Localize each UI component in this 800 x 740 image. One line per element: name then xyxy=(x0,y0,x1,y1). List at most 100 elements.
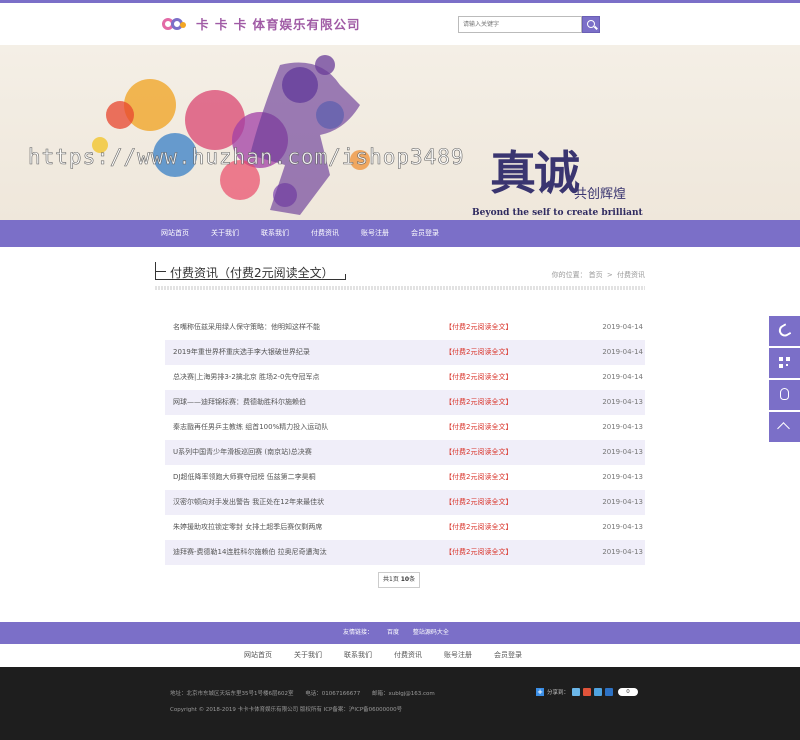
qq-button[interactable] xyxy=(769,380,800,410)
breadcrumb-prefix: 你的位置： xyxy=(551,271,587,279)
share-tencent-icon[interactable] xyxy=(594,688,603,696)
list-item[interactable]: 网球——迪拜锦标赛：费德勒胜科尔施赖伯 【付费2元阅读全文】 2019-04-13 xyxy=(165,390,645,415)
article-title[interactable]: 秦志戬再任男乒主教练 组首100%精力投入运动队 xyxy=(173,415,328,440)
pager-prefix: 共1页 xyxy=(383,576,401,583)
site-header: 卡 卡 卡 体育娱乐有限公司 xyxy=(0,3,800,45)
hero-banner: https://www.huzhan.com/ishop3489 真诚 共创辉煌… xyxy=(0,45,800,220)
paid-tag: 【付费2元阅读全文】 xyxy=(445,398,513,406)
nav-item-register[interactable]: 账号注册 xyxy=(350,220,400,247)
article-date: 2019-04-13 xyxy=(602,473,643,481)
article-title[interactable]: 名嘴称伍兹采用绿人保守策略：他明知这样不能 xyxy=(173,315,320,340)
paid-tag: 【付费2元阅读全文】 xyxy=(445,548,513,556)
paid-tag: 【付费2元阅读全文】 xyxy=(445,498,513,506)
breadcrumb: 你的位置： 首页 > 付费资讯 xyxy=(550,270,645,280)
article-date: 2019-04-13 xyxy=(602,548,643,556)
list-item[interactable]: 名嘴称伍兹采用绿人保守策略：他明知这样不能 【付费2元阅读全文】 2019-04-1… xyxy=(165,315,645,340)
share-weibo-icon[interactable] xyxy=(583,688,592,696)
article-title[interactable]: 汉密尔顿向对手发出警告 我正处在12年来最佳状 xyxy=(173,490,324,515)
qrcode-icon xyxy=(779,357,790,368)
footer-nav-about[interactable]: 关于我们 xyxy=(283,644,333,667)
list-item[interactable]: 汉密尔顿向对手发出警告 我正处在12年来最佳状 【付费2元阅读全文】 2019-04… xyxy=(165,490,645,515)
breadcrumb-home[interactable]: 首页 xyxy=(589,271,603,279)
banner-artwork xyxy=(92,55,370,215)
paid-tag: 【付费2元阅读全文】 xyxy=(445,423,513,431)
article-title[interactable]: 网球——迪拜锦标赛：费德勒胜科尔施赖伯 xyxy=(173,390,306,415)
paid-tag: 【付费2元阅读全文】 xyxy=(445,473,513,481)
watermark-text: https://www.huzhan.com/ishop3489 xyxy=(28,145,465,170)
article-title[interactable]: U系列中国青少年滑板巡回赛 (南京站)总决赛 xyxy=(173,440,312,465)
article-list: 名嘴称伍兹采用绿人保守策略：他明知这样不能 【付费2元阅读全文】 2019-04-1… xyxy=(165,315,645,565)
qq-icon xyxy=(780,388,789,400)
qrcode-button[interactable] xyxy=(769,348,800,378)
logo-mark-icon xyxy=(162,15,190,33)
pager-suffix: 条 xyxy=(409,576,416,583)
pagination: 共1页 10条 xyxy=(378,572,421,588)
banner-slogan-en: Beyond the self to create brilliant xyxy=(472,208,643,218)
share-plus-icon[interactable]: + xyxy=(536,688,544,696)
article-title[interactable]: 2019年重世界杯重庆选手李大银破世界纪录 xyxy=(173,340,310,365)
nav-item-paid-news[interactable]: 付费资讯 xyxy=(300,220,350,247)
friend-link-item[interactable]: 百度 xyxy=(387,629,399,636)
list-item[interactable]: 秦志戬再任男乒主教练 组首100%精力投入运动队 【付费2元阅读全文】 2019-0… xyxy=(165,415,645,440)
list-item[interactable]: 迪拜赛-费德勒14连胜科尔施赖伯 拉奥尼奇遭淘汰 【付费2元阅读全文】 2019-0… xyxy=(165,540,645,565)
share-label: 分享到： xyxy=(547,690,570,696)
breadcrumb-current[interactable]: 付费资讯 xyxy=(617,271,645,279)
footer-nav-login[interactable]: 会员登录 xyxy=(483,644,533,667)
share-qzone-icon[interactable] xyxy=(572,688,581,696)
back-to-top-button[interactable] xyxy=(769,412,800,442)
nav-item-login[interactable]: 会员登录 xyxy=(400,220,450,247)
share-renren-icon[interactable] xyxy=(605,688,614,696)
content-header: 付费资讯（付费2元阅读全文） 你的位置： 首页 > 付费资讯 xyxy=(155,262,645,290)
list-item[interactable]: U系列中国青少年滑板巡回赛 (南京站)总决赛 【付费2元阅读全文】 2019-04-… xyxy=(165,440,645,465)
footer-nav-home[interactable]: 网站首页 xyxy=(233,644,283,667)
footer-nav-register[interactable]: 账号注册 xyxy=(433,644,483,667)
friend-link-item[interactable]: 整站源码大全 xyxy=(413,629,449,636)
company-name: 卡 卡 卡 体育娱乐有限公司 xyxy=(196,17,361,32)
paid-tag: 【付费2元阅读全文】 xyxy=(445,448,513,456)
dashed-divider xyxy=(155,286,645,290)
friend-links-label: 友情链接： xyxy=(343,629,374,636)
phone-button[interactable] xyxy=(769,316,800,346)
footer-phone: 电话：01067166677 xyxy=(305,691,361,697)
footer-nav: 网站首页 关于我们 联系我们 付费资讯 账号注册 会员登录 xyxy=(0,644,800,667)
list-item[interactable]: 总决赛|上海男排3-2擒北京 胜场2-0先夺冠军点 【付费2元阅读全文】 2019-… xyxy=(165,365,645,390)
article-date: 2019-04-14 xyxy=(602,373,643,381)
article-title[interactable]: 总决赛|上海男排3-2擒北京 胜场2-0先夺冠军点 xyxy=(173,365,319,390)
list-item[interactable]: 朱婷援助攻拉锁定零封 女排土超季后赛仅剩两席 【付费2元阅读全文】 2019-04-… xyxy=(165,515,645,540)
article-title[interactable]: DJ超低降率领跑大师赛夺冠榜 伍兹第二李昊桐 xyxy=(173,465,316,490)
article-title[interactable]: 迪拜赛-费德勒14连胜科尔施赖伯 拉奥尼奇遭淘汰 xyxy=(173,540,327,565)
article-date: 2019-04-14 xyxy=(602,323,643,331)
article-date: 2019-04-13 xyxy=(602,523,643,531)
footer-nav-paid-news[interactable]: 付费资讯 xyxy=(383,644,433,667)
nav-item-about[interactable]: 关于我们 xyxy=(200,220,250,247)
paid-tag: 【付费2元阅读全文】 xyxy=(445,323,513,331)
nav-item-home[interactable]: 网站首页 xyxy=(150,220,200,247)
article-date: 2019-04-14 xyxy=(602,348,643,356)
banner-slogan-main: 真诚 xyxy=(490,146,580,200)
paid-tag: 【付费2元阅读全文】 xyxy=(445,373,513,381)
paid-tag: 【付费2元阅读全文】 xyxy=(445,523,513,531)
article-title[interactable]: 朱婷援助攻拉锁定零封 女排土超季后赛仅剩两席 xyxy=(173,515,322,540)
paid-tag: 【付费2元阅读全文】 xyxy=(445,348,513,356)
list-item[interactable]: 2019年重世界杯重庆选手李大银破世界纪录 【付费2元阅读全文】 2019-04-1… xyxy=(165,340,645,365)
banner-slogan-sub: 共创辉煌 xyxy=(574,187,627,202)
article-date: 2019-04-13 xyxy=(602,423,643,431)
main-nav: 网站首页 关于我们 联系我们 付费资讯 账号注册 会员登录 xyxy=(0,220,800,247)
footer-copyright: Copyright © 2018-2019 卡卡卡体育娱乐有限公司 版权所有 I… xyxy=(170,707,403,713)
nav-item-contact[interactable]: 联系我们 xyxy=(250,220,300,247)
search-button[interactable] xyxy=(582,16,600,33)
site-logo[interactable]: 卡 卡 卡 体育娱乐有限公司 xyxy=(162,14,361,33)
share-count: 0 xyxy=(618,688,639,696)
article-date: 2019-04-13 xyxy=(602,398,643,406)
footer-address: 地址：北京市东城区天坛东里35号1号楼6层602室 xyxy=(170,691,294,697)
friend-links-bar: 友情链接： 百度 整站源码大全 xyxy=(0,622,800,644)
list-item[interactable]: DJ超低降率领跑大师赛夺冠榜 伍兹第二李昊桐 【付费2元阅读全文】 2019-04-… xyxy=(165,465,645,490)
site-footer: 地址：北京市东城区天坛东里35号1号楼6层602室 电话：01067166677… xyxy=(0,667,800,740)
search-input[interactable] xyxy=(458,16,582,33)
article-date: 2019-04-13 xyxy=(602,498,643,506)
phone-icon xyxy=(776,323,792,339)
footer-nav-contact[interactable]: 联系我们 xyxy=(333,644,383,667)
pager-count: 10 xyxy=(400,576,410,583)
footer-email: 邮箱：xublgj@163.com xyxy=(372,691,435,697)
share-bar: + 分享到： 0 xyxy=(536,688,639,696)
